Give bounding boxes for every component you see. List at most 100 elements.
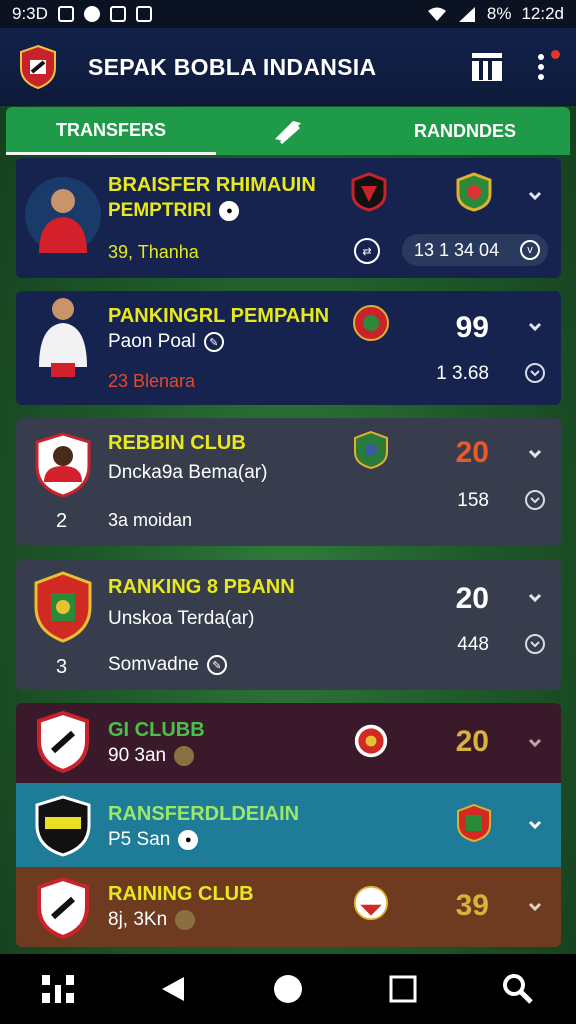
chevron-down-icon[interactable]: [527, 899, 543, 915]
club-crest-icon: [354, 430, 388, 470]
player-photo: [24, 176, 102, 254]
list-item[interactable]: BRAISFER RHIMAUIN PEMPTRIRI ● 39, Thanha…: [16, 158, 561, 278]
app-header: SEPAK BOBLA INDANSIA: [0, 28, 576, 106]
club-crest-icon: [353, 305, 389, 341]
chevron-down-icon[interactable]: [527, 319, 543, 335]
ball-icon: [175, 910, 196, 930]
more-options-button[interactable]: [524, 50, 560, 84]
tab-rankings[interactable]: RANDNDES: [360, 121, 570, 142]
stat-pill: 13 1 34 04 v: [402, 234, 548, 266]
status-bar: 9:3D 8% 12:2d: [0, 0, 576, 28]
card-subtitle: P5 San ●: [108, 829, 199, 851]
card-subtitle-text: PEMPTRIRI: [108, 200, 212, 221]
wifi-icon: [427, 7, 446, 21]
club-crest-icon: [457, 803, 491, 843]
club-logo: [24, 703, 102, 781]
football-icon: ●: [178, 830, 199, 850]
football-icon: ●: [219, 201, 240, 221]
back-triangle-icon: [161, 977, 184, 1001]
edit-icon[interactable]: [271, 117, 305, 145]
card-subtitle-text: P5 San: [108, 829, 171, 850]
chevron-down-icon[interactable]: [527, 590, 543, 606]
search-button[interactable]: [494, 965, 542, 1013]
rank-number: 3: [56, 656, 68, 678]
page-title: SEPAK BOBLA INDANSIA: [88, 53, 377, 80]
card-title: PANKINGRL PEMPAHN: [108, 305, 330, 327]
more-vertical-icon: [538, 54, 544, 80]
card-title: RANSFERDLDEIAIN: [108, 803, 300, 825]
list-item[interactable]: GI CLUBB 90 3an 20: [16, 703, 561, 783]
card-subtitle-text: 90 3an: [108, 745, 167, 766]
stat-pill-text: 13 1 34 04: [414, 239, 500, 260]
card-title: GI CLUBB: [108, 719, 205, 741]
system-nav-bar: [0, 954, 576, 1024]
card-title: BRAISFER RHIMAUIN: [108, 174, 316, 196]
image-icon: [135, 6, 152, 22]
club-logo: [24, 787, 102, 865]
card-subtitle: 90 3an: [108, 745, 195, 767]
list-item[interactable]: PANKINGRL PEMPAHN Paon Poal ✎ 23 Blenara…: [16, 291, 561, 405]
club-logo: [24, 426, 102, 504]
chevron-circle-icon[interactable]: [525, 490, 545, 510]
score-value: 20: [455, 582, 489, 615]
card-meta: Somvadne ✎: [108, 654, 227, 676]
card-subtitle: 8j, 3Kn: [108, 909, 196, 931]
list-item[interactable]: RANSFERDLDEIAIN P5 San ●: [16, 783, 561, 867]
card-subtitle: PEMPTRIRI ●: [108, 200, 240, 222]
chevron-down-icon[interactable]: [527, 446, 543, 462]
back-button[interactable]: [149, 965, 197, 1013]
score-value: 39: [455, 889, 489, 922]
app-logo: [20, 44, 56, 90]
score-value: 20: [455, 436, 489, 469]
player-photo: [24, 295, 102, 377]
app-notification-icon: [83, 6, 100, 22]
tab-divider: [216, 117, 360, 145]
chevron-circle-icon[interactable]: [525, 634, 545, 654]
status-clock: 12:2d: [521, 4, 564, 23]
list-item[interactable]: REBBIN CLUB Dncka9a Bema(ar) 2 3a moidan…: [16, 418, 561, 546]
score-value: 20: [455, 725, 489, 758]
search-icon: [503, 974, 534, 1004]
card-subtitle-text: Paon Poal: [108, 331, 196, 352]
tab-transfers[interactable]: TRANSFERS: [6, 107, 216, 155]
home-button[interactable]: [264, 965, 312, 1013]
rank-number: 2: [56, 510, 68, 532]
card-title: RANKING 8 PBANN: [108, 576, 295, 598]
club-crest-icon: [354, 724, 388, 758]
card-subtitle: Dncka9a Bema(ar): [108, 462, 268, 483]
pencil-icon[interactable]: ✎: [203, 332, 224, 352]
list-item[interactable]: RAINING CLUB 8j, 3Kn 39: [16, 867, 561, 947]
club-crest-icon: [456, 172, 492, 212]
recents-button[interactable]: [379, 965, 427, 1013]
score-sub: 1 3.68: [436, 363, 489, 384]
score-sub: 158: [457, 490, 489, 511]
tab-bar: TRANSFERS RANDNDES: [6, 107, 570, 155]
grid-view-button[interactable]: [470, 50, 504, 84]
apps-button[interactable]: [34, 965, 82, 1013]
ball-icon: [174, 746, 195, 766]
card-title: RAINING CLUB: [108, 883, 254, 905]
compare-icon[interactable]: ⇄: [354, 238, 380, 264]
card-meta: 39, Thanha: [108, 242, 199, 262]
card-subtitle: Paon Poal ✎: [108, 331, 224, 353]
club-crest-icon: [353, 885, 389, 921]
battery-percent: 8%: [486, 4, 512, 23]
notification-icon: [57, 6, 74, 22]
card-subtitle-text: 8j, 3Kn: [108, 909, 168, 930]
card-meta: 23 Blenara: [108, 371, 196, 391]
club-logo: [24, 568, 102, 646]
apps-grid-icon: [41, 975, 74, 1003]
chevron-down-icon[interactable]: [527, 188, 543, 204]
chevron-circle-icon[interactable]: [525, 363, 545, 383]
table-icon: [472, 53, 502, 81]
club-crest-icon: [351, 172, 387, 212]
chevron-down-icon[interactable]: [527, 817, 543, 833]
signal-icon: [458, 7, 475, 22]
chevron-down-icon[interactable]: [527, 735, 543, 751]
chevron-circle-icon[interactable]: v: [520, 240, 540, 260]
edit-circle-icon[interactable]: ✎: [206, 655, 227, 675]
list-item[interactable]: RANKING 8 PBANN Unskoa Terda(ar) 3 Somva…: [16, 560, 561, 690]
club-logo: [24, 869, 102, 947]
home-circle-icon: [273, 975, 302, 1003]
score-sub: 448: [457, 634, 489, 655]
